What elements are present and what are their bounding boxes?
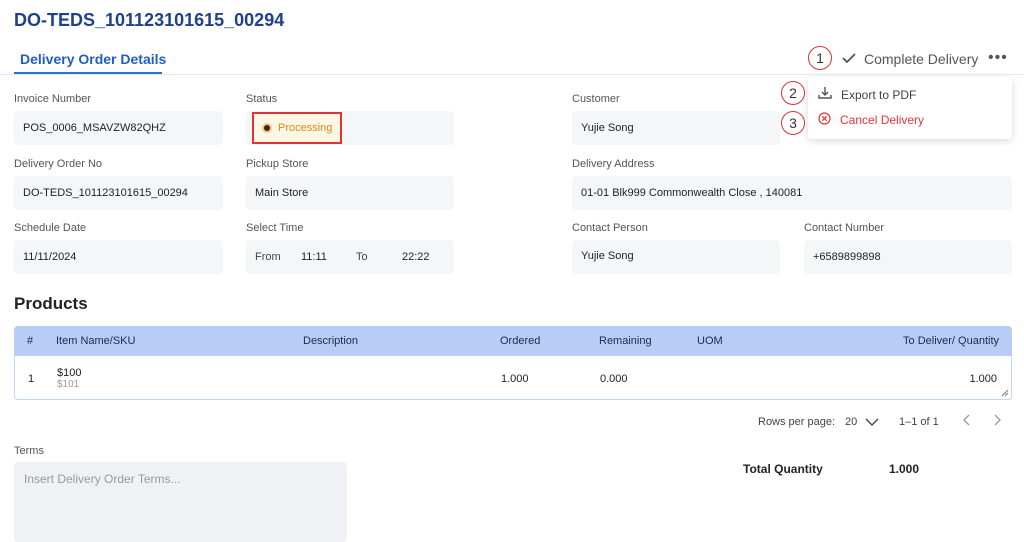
products-table-header: # Item Name/SKU Description Ordered Rema… (14, 326, 1012, 356)
total-quantity-value: 1.000 (889, 462, 920, 476)
status-text: Processing (278, 122, 333, 134)
col-item: Item Name/SKU (56, 335, 136, 347)
check-icon (842, 51, 856, 67)
more-actions-button[interactable]: ••• (988, 49, 1008, 67)
status-badge: Processing (252, 112, 342, 144)
rows-per-page-label: Rows per page: (758, 416, 836, 428)
col-index: # (27, 335, 34, 347)
row-remaining: 0.000 (600, 373, 628, 385)
select-time-label: Select Time (246, 222, 304, 234)
invoice-number-label: Invoice Number (14, 93, 92, 105)
header-divider (0, 74, 1024, 75)
download-icon (818, 86, 832, 103)
delivery-order-no-field[interactable]: DO-TEDS_101123101615_00294 (14, 176, 223, 210)
select-time-field[interactable]: From 11:11 To 22:22 (246, 240, 454, 274)
complete-delivery-label: Complete Delivery (864, 51, 979, 67)
row-index: 1 (28, 373, 35, 385)
export-pdf-menu-item[interactable]: Export to PDF (818, 86, 916, 103)
cancel-delivery-menu-item[interactable]: Cancel Delivery (818, 112, 924, 128)
time-to-label: To (356, 251, 368, 263)
col-remaining: Remaining (599, 335, 652, 347)
delivery-address-label: Delivery Address (572, 158, 655, 170)
contact-person-label: Contact Person (572, 222, 648, 234)
page-title: DO-TEDS_101123101615_00294 (14, 10, 285, 30)
customer-label: Customer (572, 93, 620, 105)
tab-delivery-order-details[interactable]: Delivery Order Details (20, 51, 166, 67)
rows-per-page-value: 20 (845, 416, 858, 428)
row-item-name: $100 (57, 367, 82, 379)
prev-page-icon[interactable] (962, 414, 972, 429)
chevron-down-icon (865, 418, 879, 426)
table-row: 1 $100 $101 1.000 0.000 1.000 (14, 356, 1012, 400)
status-label: Status (246, 93, 278, 105)
annotation-marker-2: 2 (781, 81, 805, 105)
pagination-range: 1–1 of 1 (899, 416, 939, 428)
col-to-deliver: To Deliver/ Quantity (903, 335, 999, 347)
row-to-deliver-input[interactable]: 1.000 (969, 373, 997, 385)
products-title: Products (14, 294, 88, 313)
invoice-number-field[interactable]: POS_0006_MSAVZW82QHZ (14, 111, 223, 145)
actions-menu: Export to PDF Cancel Delivery (808, 77, 1012, 139)
pickup-store-label: Pickup Store (246, 158, 309, 170)
pickup-store-field[interactable]: Main Store (246, 176, 454, 210)
time-from-label: From (255, 251, 281, 263)
status-dot-icon (264, 125, 270, 131)
rows-per-page-select[interactable]: 20 (845, 416, 879, 428)
terms-label: Terms (14, 445, 44, 457)
cancel-circle-icon (818, 112, 831, 128)
col-description: Description (303, 335, 359, 347)
cancel-delivery-label: Cancel Delivery (840, 113, 925, 127)
time-to-value[interactable]: 22:22 (402, 251, 430, 263)
delivery-address-field[interactable]: 01-01 Blk999 Commonwealth Close , 140081 (572, 176, 1012, 210)
schedule-date-label: Schedule Date (14, 222, 87, 234)
annotation-marker-3: 3 (781, 111, 805, 135)
total-quantity-label: Total Quantity (743, 462, 823, 476)
row-ordered: 1.000 (501, 373, 529, 385)
resize-handle-icon[interactable] (1001, 388, 1009, 400)
col-uom: UOM (697, 335, 723, 347)
row-item-sku: $101 (57, 379, 80, 390)
terms-textarea[interactable]: Insert Delivery Order Terms... (14, 462, 347, 542)
contact-person-field[interactable]: Yujie Song (572, 240, 780, 274)
export-pdf-label: Export to PDF (841, 87, 917, 102)
col-ordered: Ordered (500, 335, 541, 347)
time-from-value[interactable]: 11:11 (301, 251, 356, 263)
schedule-date-field[interactable]: 11/11/2024 (14, 240, 223, 274)
contact-number-field[interactable]: +6589899898 (804, 240, 1012, 274)
complete-delivery-button[interactable]: Complete Delivery (842, 51, 978, 67)
next-page-icon[interactable] (992, 414, 1002, 429)
customer-field[interactable]: Yujie Song (572, 111, 780, 145)
contact-number-label: Contact Number (804, 222, 885, 234)
delivery-order-no-label: Delivery Order No (14, 158, 103, 170)
annotation-marker-1: 1 (808, 46, 832, 70)
